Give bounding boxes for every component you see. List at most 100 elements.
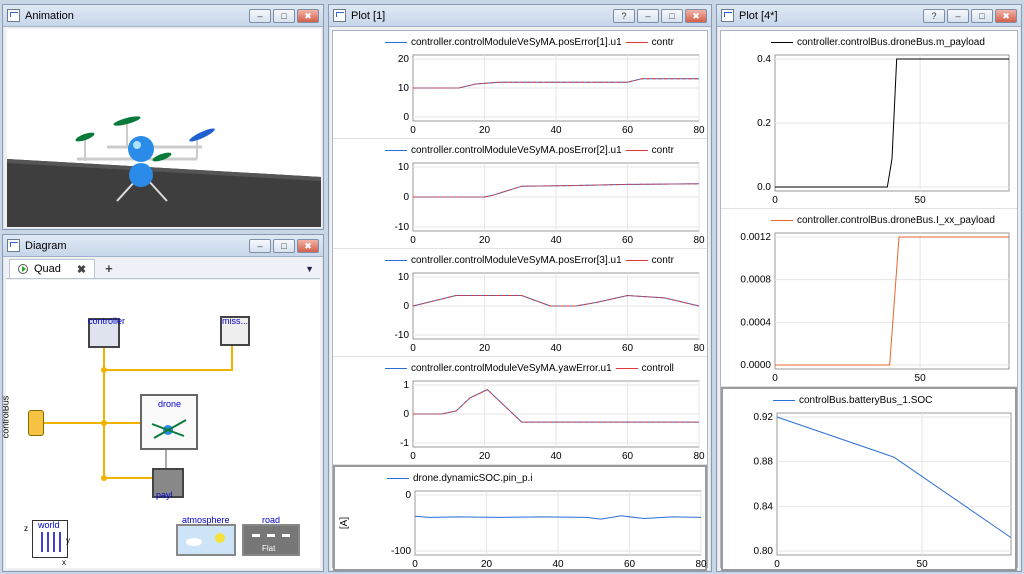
drone-3d-scene [7, 116, 321, 227]
minimize-button[interactable]: ‒ [947, 8, 969, 23]
atmosphere-label: atmosphere [182, 515, 230, 525]
x-tick-label: 0 [410, 451, 416, 462]
plot1-titlebar[interactable]: Plot [1] ? ‒ □ ✖ [329, 5, 711, 27]
axis-x-label: x [62, 558, 66, 567]
x-tick-label: 80 [693, 451, 705, 462]
animation-window: Animation ‒ □ ✖ [2, 4, 324, 230]
y-tick-label: 0.0012 [740, 232, 771, 243]
help-button[interactable]: ? [923, 8, 945, 23]
y-tick-label: 10 [398, 162, 410, 173]
controlbus-connector[interactable] [28, 410, 44, 436]
world-label: world [38, 520, 60, 530]
x-tick-label: 60 [622, 235, 634, 246]
plot-window-icon [721, 9, 734, 22]
plot4-area[interactable]: controller.controlBus.droneBus.m_payload… [720, 30, 1018, 571]
plot-panel[interactable]: drone.dynamicSOC.pin_p.i 0 20 40 60 80 0 -100 [A… [333, 465, 707, 571]
maximize-button[interactable]: □ [273, 8, 295, 23]
y-tick-label: -10 [395, 330, 410, 341]
tab-menu-icon[interactable]: ▼ [305, 264, 314, 274]
plot-panel[interactable]: controlBus.batteryBus_1.SOC 0 50 0.92 0.88 0.… [721, 387, 1017, 571]
simulate-icon [18, 264, 28, 274]
y-tick-label: 0.0008 [740, 275, 771, 286]
animation-titlebar[interactable]: Animation ‒ □ ✖ [3, 5, 323, 27]
plot-panel[interactable]: controller.controlBus.droneBus.m_payload… [721, 31, 1017, 209]
minimize-button[interactable]: ‒ [249, 238, 271, 253]
minimize-button[interactable]: ‒ [249, 8, 271, 23]
x-tick-label: 20 [479, 451, 491, 462]
plot-canvas: 0 20 40 60 80 20 10 0 [398, 54, 705, 136]
road-markings-icon [252, 534, 290, 537]
x-tick-label: 20 [481, 559, 493, 570]
x-tick-label: 20 [479, 343, 491, 354]
window-icon [7, 9, 20, 22]
x-tick-label: 0 [772, 195, 778, 206]
y-tick-label: 0.0004 [740, 317, 771, 328]
plot4-window: Plot [4*] ? ‒ □ ✖ controller.controlBus.… [716, 4, 1022, 572]
x-tick-label: 0 [412, 559, 418, 570]
y-tick-label: 0 [403, 192, 409, 203]
maximize-button[interactable]: □ [971, 8, 993, 23]
y-tick-label: 0.4 [757, 54, 771, 65]
y-tick-label: 10 [398, 83, 410, 94]
plot1-title: Plot [1] [351, 9, 386, 22]
y-tick-label: -10 [395, 222, 410, 233]
road-sublabel: Flat [262, 544, 276, 553]
window-icon [7, 239, 20, 252]
plot-panel[interactable]: controller.controlModuleVeSyMA.posError[… [333, 31, 707, 139]
close-button[interactable]: ✖ [297, 8, 319, 23]
plot4-title: Plot [4*] [739, 9, 778, 22]
maximize-button[interactable]: □ [661, 8, 683, 23]
y-tick-label: 0 [403, 301, 409, 312]
diagram-canvas[interactable]: controller miss... drone payl controlBus… [3, 280, 320, 568]
plot-panel[interactable]: controller.controlModuleVeSyMA.posError[… [333, 249, 707, 357]
plot-panel[interactable]: controller.controlBus.droneBus.I_xx_payl… [721, 209, 1017, 387]
axis-z-label: z [24, 524, 28, 533]
y-axis-label: [A] [339, 517, 350, 529]
x-tick-label: 0 [774, 559, 780, 570]
plot-canvas: 0 50 0.92 0.88 0.84 0.80 [754, 412, 1012, 570]
plot1-area[interactable]: controller.controlModuleVeSyMA.posError[… [332, 30, 708, 571]
y-tick-label: -1 [400, 438, 409, 449]
minimize-button[interactable]: ‒ [637, 8, 659, 23]
y-tick-label: 0.84 [754, 501, 774, 512]
x-tick-label: 0 [772, 373, 778, 384]
close-button[interactable]: ✖ [995, 8, 1017, 23]
y-tick-label: 1 [403, 380, 409, 391]
payload-label: payl [156, 490, 173, 500]
close-button[interactable]: ✖ [297, 238, 319, 253]
close-button[interactable]: ✖ [685, 8, 707, 23]
diagram-tabbar: Quad ✖ + ▼ [6, 259, 320, 279]
y-tick-label: 0 [403, 409, 409, 420]
add-tab-button[interactable]: + [105, 261, 113, 276]
x-tick-label: 50 [917, 559, 929, 570]
tab-quad[interactable]: Quad ✖ [9, 259, 96, 278]
animation-viewport[interactable] [7, 29, 321, 227]
maximize-button[interactable]: □ [273, 238, 295, 253]
y-tick-label: 0.80 [754, 546, 774, 557]
mission-label: miss... [222, 316, 248, 326]
x-tick-label: 20 [479, 125, 491, 136]
x-tick-label: 0 [410, 125, 416, 136]
help-button[interactable]: ? [613, 8, 635, 23]
plot4-titlebar[interactable]: Plot [4*] ? ‒ □ ✖ [717, 5, 1021, 27]
plot-panel[interactable]: controller.controlModuleVeSyMA.posError[… [333, 139, 707, 249]
plot-frame [776, 412, 1012, 556]
tab-close-icon[interactable]: ✖ [77, 263, 86, 276]
x-tick-label: 40 [550, 235, 562, 246]
plot-canvas: 0 20 40 60 800-100[A] [339, 490, 707, 570]
plot-window-icon [333, 9, 346, 22]
x-tick-label: 50 [915, 373, 927, 384]
diagram-window: Diagram ‒ □ ✖ Quad ✖ + ▼ controller miss… [2, 234, 324, 572]
x-tick-label: 40 [552, 559, 564, 570]
plot-frame [774, 232, 1010, 370]
plot-panel[interactable]: controller.controlModuleVeSyMA.yawError.… [333, 357, 707, 465]
world-axes-icon [41, 532, 61, 552]
drone-icon [151, 419, 187, 439]
diagram-titlebar[interactable]: Diagram ‒ □ ✖ [3, 235, 323, 257]
y-tick-label: 10 [398, 272, 410, 283]
y-tick-label: 0 [405, 490, 411, 501]
x-tick-label: 0 [410, 343, 416, 354]
y-tick-label: 0.92 [754, 412, 774, 423]
plot-canvas: 0 50 0.4 0.2 0.0 [757, 54, 1010, 206]
plot-canvas: 0 50 0.0012 0.0008 0.0004 0.0000 [740, 232, 1010, 384]
